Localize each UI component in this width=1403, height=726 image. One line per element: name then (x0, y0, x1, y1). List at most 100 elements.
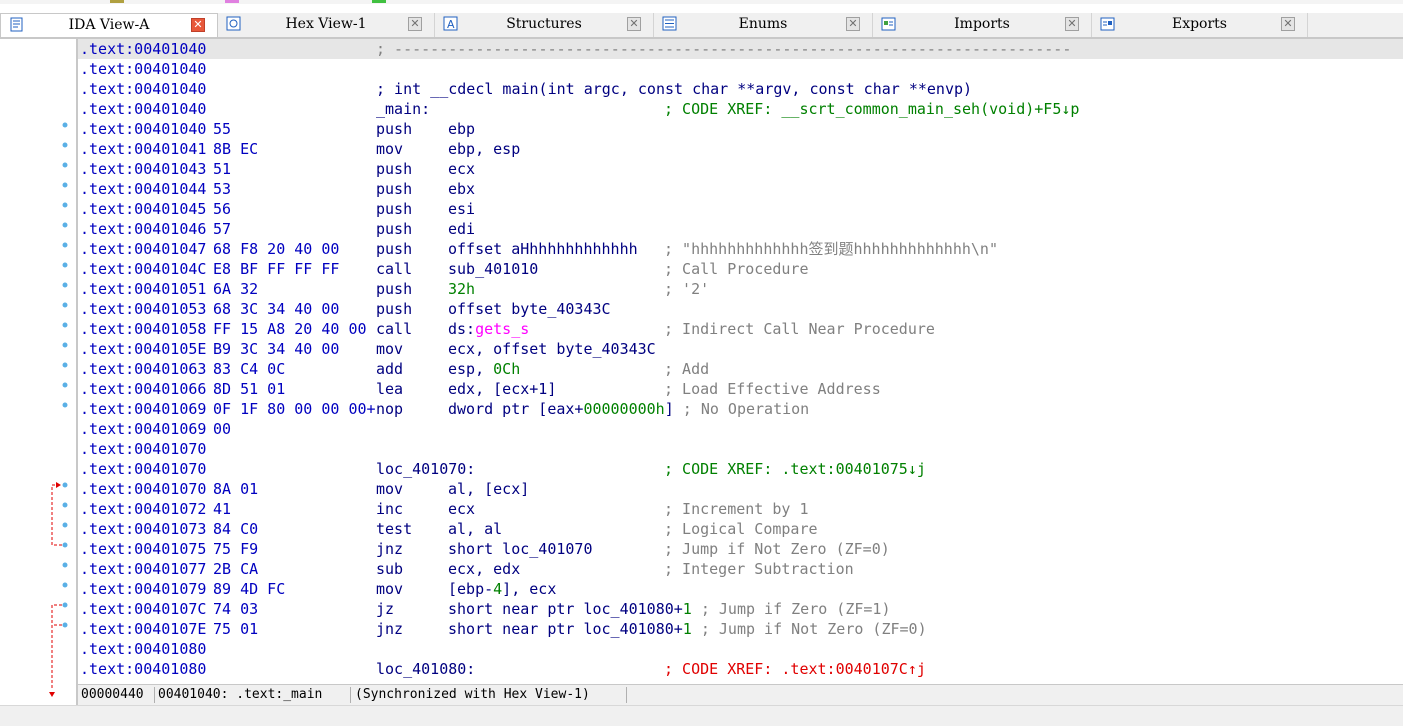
operand[interactable]: ecx (448, 159, 475, 179)
listing-line[interactable]: .text:00401058 FF 15 A8 20 40 00 call ds: ge… (78, 319, 1403, 339)
listing-line[interactable]: .text:00401080 (78, 639, 1403, 659)
address[interactable]: .text:00401040 (80, 99, 206, 119)
listing-line[interactable]: .text:00401053 68 3C 34 40 00 push offset b… (78, 299, 1403, 319)
tab-imports[interactable]: Imports ✕ (873, 13, 1092, 37)
listing-line[interactable]: .text:00401079 89 4D FC mov [ebp- 4], ecx (78, 579, 1403, 599)
address[interactable]: .text:00401058 (80, 319, 206, 339)
operand[interactable]: esp, (448, 359, 493, 379)
listing-line[interactable]: .text:00401040 55 push ebp (78, 119, 1403, 139)
operand[interactable]: ecx (448, 499, 475, 519)
listing-line[interactable]: .text:00401063 83 C4 0C add esp, 0Ch ; Add (78, 359, 1403, 379)
xref-comment[interactable]: ; CODE XREF: .text:0040107C↑j (664, 659, 926, 679)
operand[interactable]: offset byte_40343C (448, 299, 611, 319)
address[interactable]: .text:00401040 (80, 119, 206, 139)
address[interactable]: .text:00401051 (80, 279, 206, 299)
operand[interactable]: ebp (448, 119, 475, 139)
xref-comment[interactable]: ; CODE XREF: __scrt_common_main_seh(void… (664, 99, 1079, 119)
tab-structures[interactable]: A Structures ✕ (435, 13, 654, 37)
operand[interactable]: short loc_401070 (448, 539, 593, 559)
xref-comment[interactable]: ; CODE XREF: .text:00401075↓j (664, 459, 926, 479)
code-label[interactable]: _main: (376, 99, 430, 119)
operand[interactable]: [ebp- (448, 579, 493, 599)
address[interactable]: .text:0040105E (80, 339, 206, 359)
import-name[interactable]: gets_s (475, 319, 529, 339)
listing-line[interactable]: .text:00401070 8A 01 mov al, [ecx] (78, 479, 1403, 499)
operand[interactable]: short near ptr loc_401080+ (448, 619, 683, 639)
listing-line[interactable]: .text:00401066 8D 51 01 lea edx, [ecx+1] ; L… (78, 379, 1403, 399)
close-icon[interactable]: ✕ (1065, 17, 1079, 31)
listing-line[interactable]: .text:00401045 56 push esi (78, 199, 1403, 219)
arrows-pane[interactable] (0, 39, 76, 703)
close-icon[interactable]: ✕ (627, 17, 641, 31)
address[interactable]: .text:0040107E (80, 619, 206, 639)
operand[interactable]: offset aHhhhhhhhhhhhh (448, 239, 638, 259)
disassembly-listing[interactable]: .text:00401040 ; ------------------------… (76, 39, 1403, 684)
address[interactable]: .text:00401070 (80, 479, 206, 499)
tab-hex-view-1[interactable]: Hex View-1 ✕ (218, 13, 435, 37)
address[interactable]: .text:00401077 (80, 559, 206, 579)
address[interactable]: .text:0040104C (80, 259, 206, 279)
listing-line[interactable]: .text:00401070 (78, 439, 1403, 459)
address[interactable]: .text:00401046 (80, 219, 206, 239)
operand[interactable]: ecx, edx (448, 559, 520, 579)
listing-line[interactable]: .text:0040105E B9 3C 34 40 00 mov ecx, offs… (78, 339, 1403, 359)
listing-line[interactable]: .text:00401040 ; ------------------------… (78, 39, 1403, 59)
listing-line[interactable]: .text:0040107E 75 01 jnz short near ptr loc… (78, 619, 1403, 639)
code-label[interactable]: loc_401080: (376, 659, 475, 679)
tab-ida-view-a[interactable]: IDA View-A ✕ (0, 13, 218, 37)
address[interactable]: .text:00401072 (80, 499, 206, 519)
listing-line[interactable]: .text:0040107C 74 03 jz short near ptr loc_… (78, 599, 1403, 619)
listing-line[interactable]: .text:00401077 2B CA sub ecx, edx ; Integer … (78, 559, 1403, 579)
code-label[interactable]: loc_401070: (376, 459, 475, 479)
address[interactable]: .text:00401075 (80, 539, 206, 559)
address[interactable]: .text:00401044 (80, 179, 206, 199)
listing-line[interactable]: .text:00401046 57 push edi (78, 219, 1403, 239)
listing-line[interactable]: .text:00401051 6A 32 push 32h ; '2' (78, 279, 1403, 299)
operand[interactable]: ebx (448, 179, 475, 199)
address[interactable]: .text:00401073 (80, 519, 206, 539)
address[interactable]: .text:00401040 (80, 59, 206, 79)
address[interactable]: .text:00401043 (80, 159, 206, 179)
address[interactable]: .text:00401080 (80, 639, 206, 659)
address[interactable]: .text:00401053 (80, 299, 206, 319)
operand[interactable]: edx, [ecx+1] (448, 379, 556, 399)
listing-line[interactable]: .text:00401080 loc_401080: ; CODE XREF: .t… (78, 659, 1403, 679)
listing-line[interactable]: .text:00401069 0F 1F 80 00 00 00+ nop dword… (78, 399, 1403, 419)
operand[interactable]: al, [ecx] (448, 479, 529, 499)
listing-line[interactable]: .text:00401044 53 push ebx (78, 179, 1403, 199)
listing-line[interactable]: .text:0040104C E8 BF FF FF FF call sub_4010… (78, 259, 1403, 279)
address[interactable]: .text:00401040 (80, 79, 206, 99)
address[interactable]: .text:00401069 (80, 419, 206, 439)
operand[interactable]: ecx, offset byte_40343C (448, 339, 656, 359)
operand[interactable]: ebp, esp (448, 139, 520, 159)
operand[interactable]: sub_401010 (448, 259, 538, 279)
operand[interactable]: al, al (448, 519, 502, 539)
address[interactable]: .text:00401070 (80, 459, 206, 479)
operand[interactable]: esi (448, 199, 475, 219)
operand[interactable]: edi (448, 219, 475, 239)
address[interactable]: .text:00401045 (80, 199, 206, 219)
listing-line[interactable]: .text:00401041 8B EC mov ebp, esp (78, 139, 1403, 159)
close-icon[interactable]: ✕ (191, 18, 205, 32)
address[interactable]: .text:00401070 (80, 439, 206, 459)
close-icon[interactable]: ✕ (846, 17, 860, 31)
listing-line[interactable]: .text:00401040 (78, 59, 1403, 79)
listing-line[interactable]: .text:00401047 68 F8 20 40 00 push offset a… (78, 239, 1403, 259)
code-label[interactable]: ; int __cdecl main(int argc, const char … (376, 79, 972, 99)
listing-line[interactable]: .text:00401072 41 inc ecx ; Increment by 1 (78, 499, 1403, 519)
tab-enums[interactable]: Enums ✕ (654, 13, 873, 37)
address[interactable]: .text:00401079 (80, 579, 206, 599)
listing-line[interactable]: .text:00401075 75 F9 jnz short loc_401070 ; … (78, 539, 1403, 559)
listing-line[interactable]: .text:00401040 _main: ; CODE XREF: __scrt_… (78, 99, 1403, 119)
operand[interactable]: dword ptr [eax+ (448, 399, 583, 419)
address[interactable]: .text:00401040 (80, 39, 206, 59)
listing-line[interactable]: .text:00401073 84 C0 test al, al ; Logical C… (78, 519, 1403, 539)
listing-line[interactable]: .text:00401040 ; int __cdecl main(int arg… (78, 79, 1403, 99)
address[interactable]: .text:00401041 (80, 139, 206, 159)
close-icon[interactable]: ✕ (408, 17, 422, 31)
address[interactable]: .text:00401069 (80, 399, 206, 419)
address[interactable]: .text:0040107C (80, 599, 206, 619)
listing-line[interactable]: .text:00401070 loc_401070: ; CODE XREF: .t… (78, 459, 1403, 479)
horizontal-scrollbar[interactable] (0, 705, 1403, 726)
address[interactable]: .text:00401063 (80, 359, 206, 379)
